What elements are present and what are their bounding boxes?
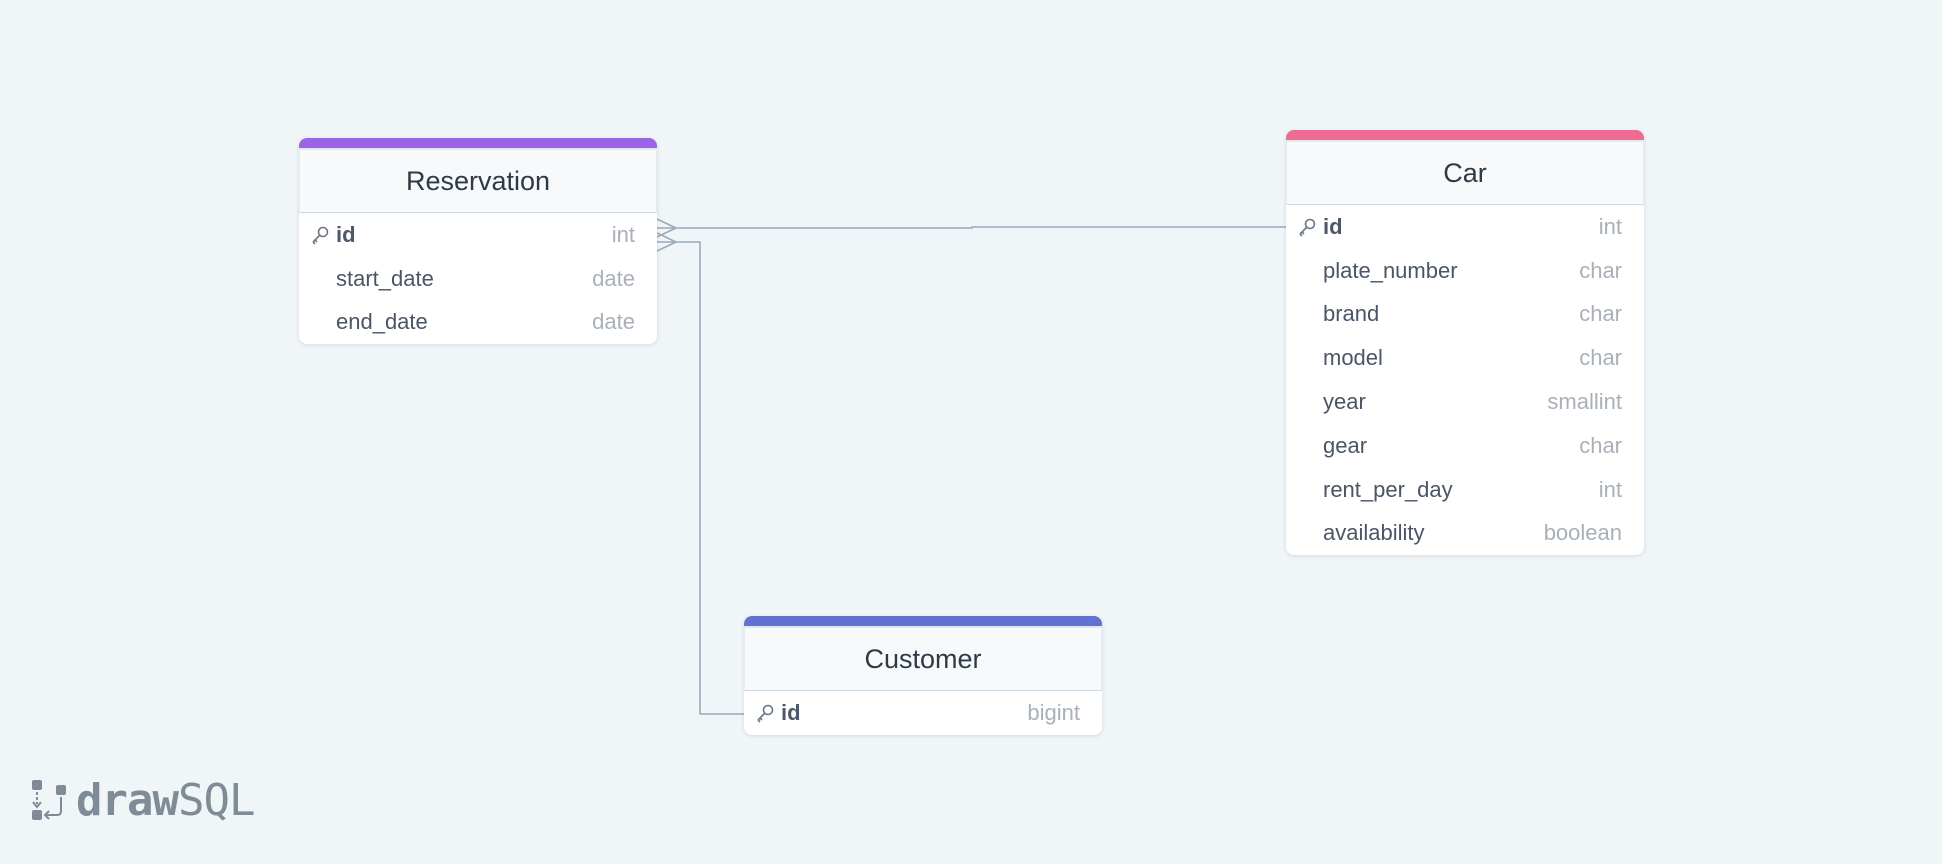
logo-text-bold: draw [76,774,179,826]
field-row-car[interactable]: brand char [1286,293,1644,337]
field-type: smallint [1547,389,1622,415]
table-customer[interactable]: Customer id bigint [744,616,1102,735]
field-type: char [1579,257,1622,283]
field-row-reservation[interactable]: id int [299,213,657,257]
field-row-car[interactable]: model char [1286,336,1644,380]
field-name: gear [1323,432,1368,458]
field-row-car[interactable]: plate_number char [1286,249,1644,293]
field-name: model [1323,345,1383,371]
field-name: start_date [336,265,434,291]
table-color-bar [744,616,1102,628]
field-row-customer[interactable]: id bigint [744,691,1102,735]
table-reservation[interactable]: Reservation id int start_date date end_date d… [299,138,657,345]
field-row-car[interactable]: year smallint [1286,380,1644,424]
table-title[interactable]: Car [1286,142,1644,205]
field-row-car[interactable]: id int [1286,205,1644,249]
key-icon [310,225,330,245]
field-type: char [1579,432,1622,458]
table-color-bar [1286,130,1644,142]
field-name: plate_number [1323,257,1458,283]
field-name: brand [1323,301,1380,327]
field-row-reservation[interactable]: end_date date [299,301,657,345]
table-car[interactable]: Car id int plate_number char brand char model c… [1286,130,1644,556]
field-list: id int plate_number char brand char model char y… [1286,205,1644,555]
relation-line-reservation-car [657,226,1286,229]
field-name: end_date [336,309,428,335]
crowfoot-icon [656,232,677,252]
relation-line-reservation-customer [657,241,744,715]
field-type: date [592,309,635,335]
table-title[interactable]: Reservation [299,150,657,213]
drawsql-logo[interactable]: drawSQL [30,774,255,826]
field-name: id [336,221,356,247]
field-row-car[interactable]: rent_per_day int [1286,468,1644,512]
field-row-car[interactable]: gear char [1286,424,1644,468]
table-color-bar [299,138,657,150]
field-type: date [592,265,635,291]
field-type: int [1598,213,1622,239]
field-name: id [1323,213,1343,239]
key-icon [755,703,775,723]
field-type: int [1598,476,1622,502]
field-type: boolean [1543,520,1622,546]
field-type: char [1579,345,1622,371]
field-name: availability [1323,520,1425,546]
drawsql-logo-icon [32,780,66,820]
key-icon [1297,217,1317,237]
field-list: id bigint [744,691,1102,735]
field-name: rent_per_day [1323,476,1453,502]
field-list: id int start_date date end_date date [299,213,657,344]
field-type: int [611,221,635,247]
field-row-reservation[interactable]: start_date date [299,257,657,301]
field-type: bigint [1027,699,1080,725]
logo-text: drawSQL [76,774,255,826]
table-title[interactable]: Customer [744,628,1102,691]
field-row-car[interactable]: availability boolean [1286,512,1644,556]
field-name: year [1323,389,1366,415]
crowfoot-icon [656,218,677,238]
field-name: id [781,699,801,725]
logo-text-light: SQL [177,774,255,826]
field-type: char [1579,301,1622,327]
